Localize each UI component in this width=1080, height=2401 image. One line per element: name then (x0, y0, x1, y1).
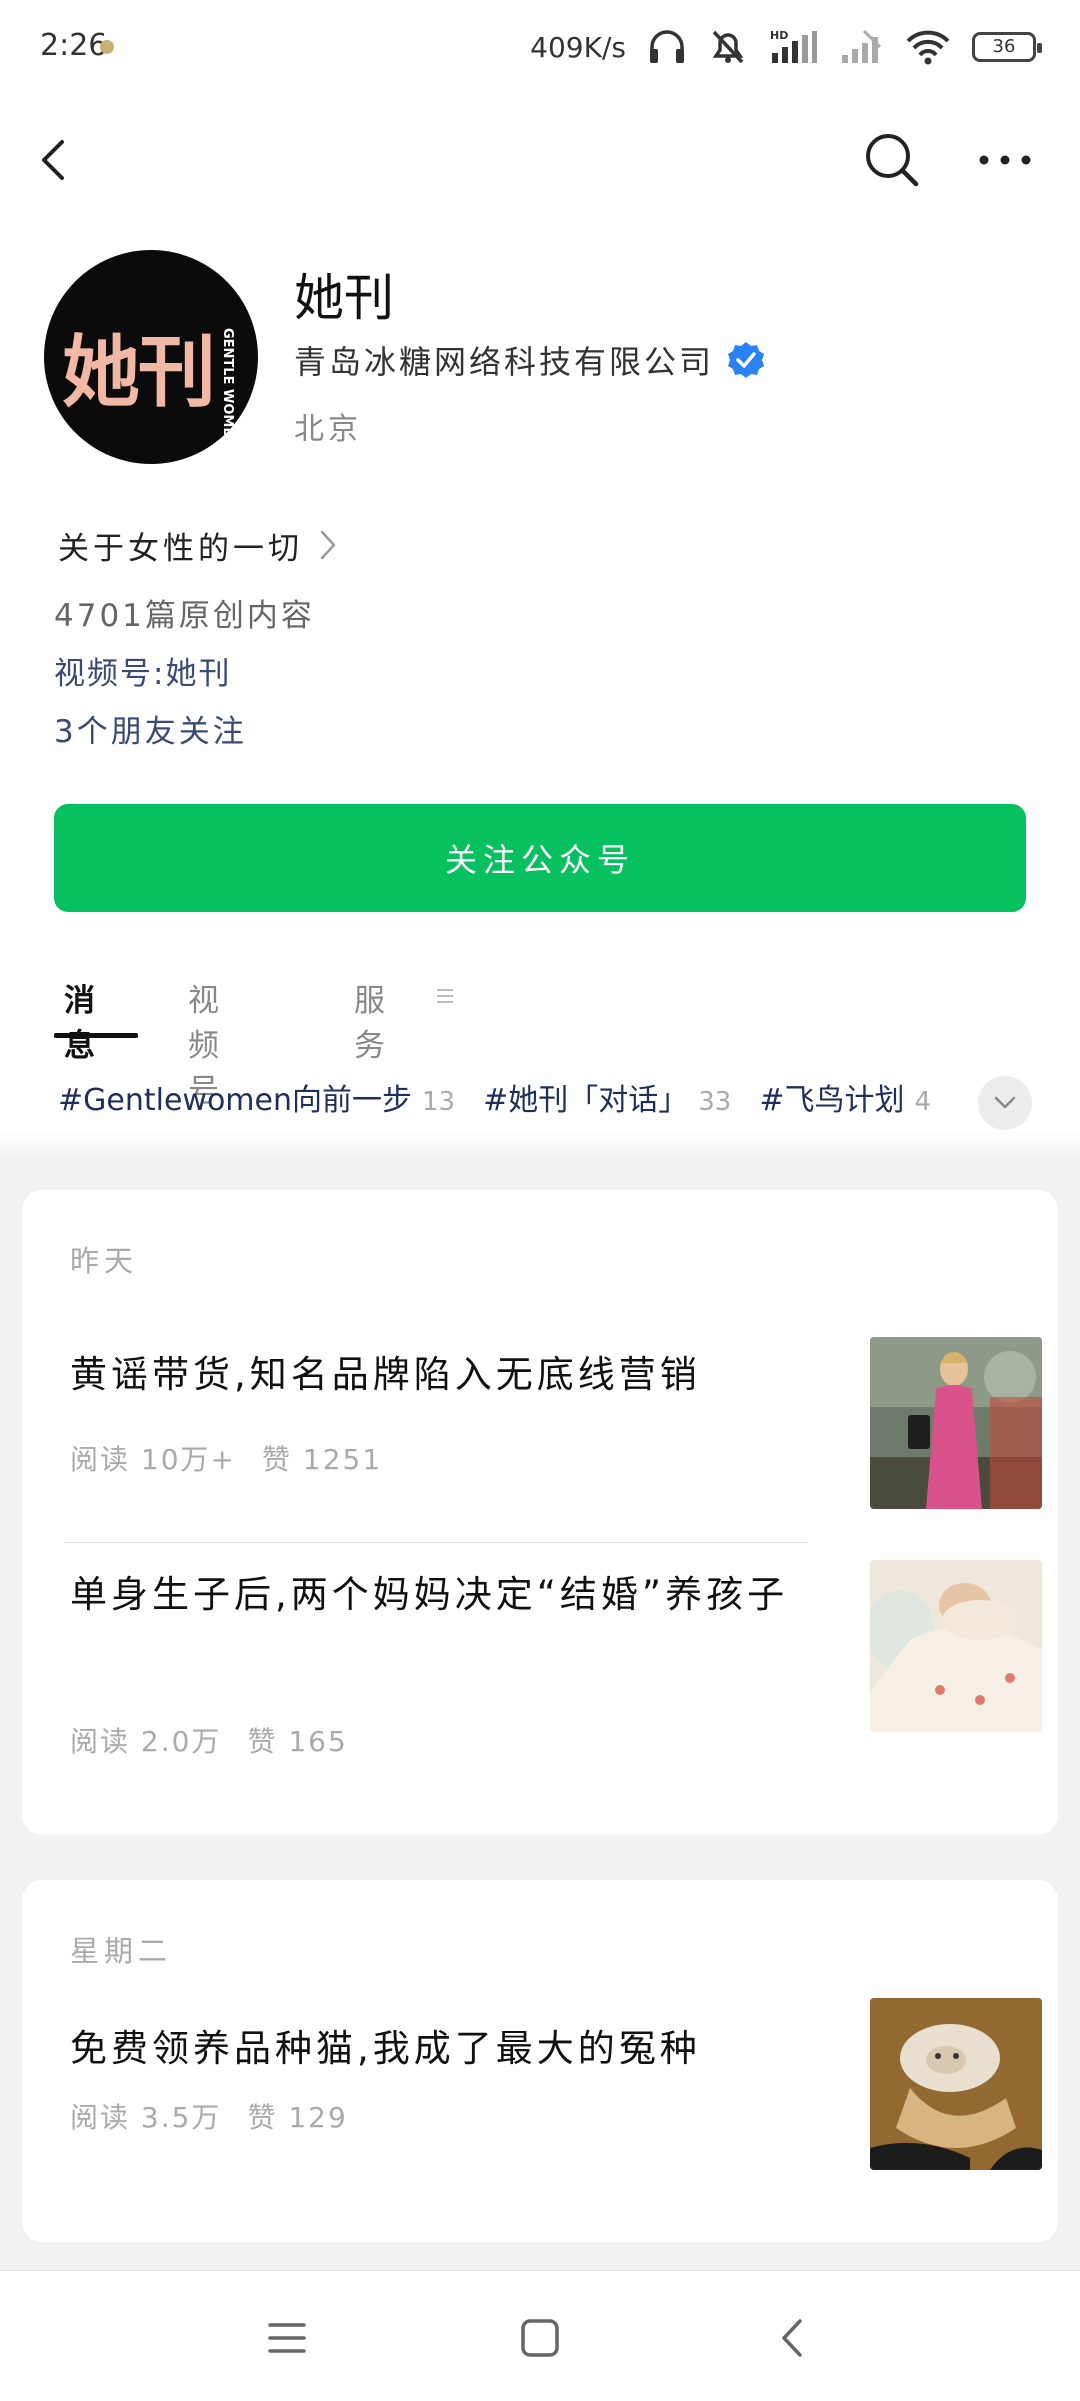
status-time: 2:26 (40, 28, 108, 63)
article-divider (64, 1542, 808, 1543)
article-item[interactable]: 单身生子后,两个妈妈决定“结婚”养孩子 阅读 2.0万赞 165 (70, 1560, 1042, 1820)
notification-dot-icon (100, 40, 114, 54)
chevron-right-icon (317, 528, 339, 562)
day-group-card: 星期二 免费领养品种猫,我成了最大的冤种 阅读 3.5万赞 129 (22, 1880, 1058, 2242)
friends-following-link[interactable]: 3个朋友关注 (54, 706, 247, 751)
status-bar: 2:26 409K/s HD 36 (0, 0, 1080, 100)
system-navigation-bar (0, 2270, 1080, 2401)
top-navigation (0, 100, 1080, 220)
account-location: 北京 (294, 412, 362, 447)
article-thumbnail (870, 1998, 1042, 2170)
company-name: 青岛冰糖网络科技有限公司 (294, 343, 715, 381)
expand-topics-button[interactable] (978, 1076, 1032, 1130)
original-content-count: 4701篇原创内容 (54, 598, 315, 634)
article-likes: 赞 1251 (262, 1443, 383, 1476)
logo-text: 她刊 (62, 328, 216, 418)
mute-bell-icon (708, 28, 748, 66)
menu-icon[interactable] (262, 2313, 312, 2363)
article-item[interactable]: 免费领养品种猫,我成了最大的冤种 阅读 3.5万赞 129 (70, 1998, 1042, 2214)
article-title: 黄谣带货,知名品牌陷入无底线营销 (70, 1353, 701, 1396)
signal-secondary-icon (840, 29, 884, 65)
company-row[interactable]: 青岛冰糖网络科技有限公司 (294, 336, 766, 384)
verified-badge-icon (726, 340, 766, 380)
article-reads: 阅读 10万+ (70, 1443, 236, 1476)
triangle-back-icon[interactable] (768, 2313, 818, 2363)
article-stats: 阅读 3.5万赞 129 (70, 2096, 348, 2136)
status-icons: 409K/s HD 36 (530, 22, 1042, 72)
article-stats: 阅读 2.0万赞 165 (70, 1720, 348, 1760)
list-icon (434, 985, 456, 1007)
topic-tags: #Gentlewomen向前一步 13 #她刊「对话」 33 #飞鸟计划 4 (58, 1075, 958, 1131)
topic-tag[interactable]: #Gentlewomen向前一步 13 (58, 1075, 455, 1119)
article-thumbnail (870, 1337, 1042, 1509)
article-reads: 阅读 2.0万 (70, 1725, 222, 1758)
topic-tag[interactable]: #她刊「对话」 33 (483, 1075, 731, 1119)
day-label: 星期二 (70, 1934, 173, 1968)
signal-hd-icon: HD (770, 29, 818, 65)
follow-button[interactable]: 关注公众号 (54, 804, 1026, 912)
headphones-icon (648, 29, 686, 65)
article-likes: 赞 165 (247, 1725, 348, 1758)
square-home-icon[interactable] (515, 2313, 565, 2363)
day-group-card: 昨天 黄谣带货,知名品牌陷入无底线营销 阅读 10万+ 赞 1251 单身生子后,… (22, 1190, 1058, 1835)
article-likes: 赞 129 (247, 2101, 348, 2134)
topic-tag[interactable]: #飞鸟计划 4 (759, 1075, 931, 1119)
article-title: 免费领养品种猫,我成了最大的冤种 (70, 2027, 701, 2070)
tab-services[interactable]: 服务 (354, 975, 389, 1065)
day-label: 昨天 (70, 1244, 139, 1278)
back-icon[interactable] (28, 130, 88, 190)
intro-row[interactable]: 关于女性的一切 (58, 520, 339, 570)
article-item[interactable]: 黄谣带货,知名品牌陷入无底线营销 阅读 10万+ 赞 1251 (70, 1320, 1042, 1540)
article-title: 单身生子后,两个妈妈决定“结婚”养孩子 (70, 1573, 789, 1616)
tab-active-indicator (54, 1033, 138, 1038)
account-intro: 关于女性的一切 (58, 530, 303, 567)
tab-messages[interactable]: 消息 (64, 975, 99, 1065)
article-stats: 阅读 10万+ 赞 1251 (70, 1438, 382, 1478)
chevron-down-icon (994, 1096, 1016, 1109)
article-reads: 阅读 3.5万 (70, 2101, 222, 2134)
wifi-icon (906, 29, 950, 65)
more-horizontal-icon[interactable] (970, 128, 1040, 192)
logo-subtext: GENTLE WOMEN (220, 328, 235, 448)
battery-icon: 36 (972, 32, 1042, 62)
svg-text:HD: HD (770, 29, 788, 42)
network-speed: 409K/s (530, 30, 626, 64)
article-thumbnail (870, 1560, 1042, 1732)
account-name: 她刊 (294, 269, 394, 327)
video-account-link[interactable]: 视频号:她刊 (54, 648, 231, 693)
search-icon[interactable] (860, 128, 924, 192)
account-avatar: 她刊 GENTLE WOMEN (44, 250, 258, 464)
